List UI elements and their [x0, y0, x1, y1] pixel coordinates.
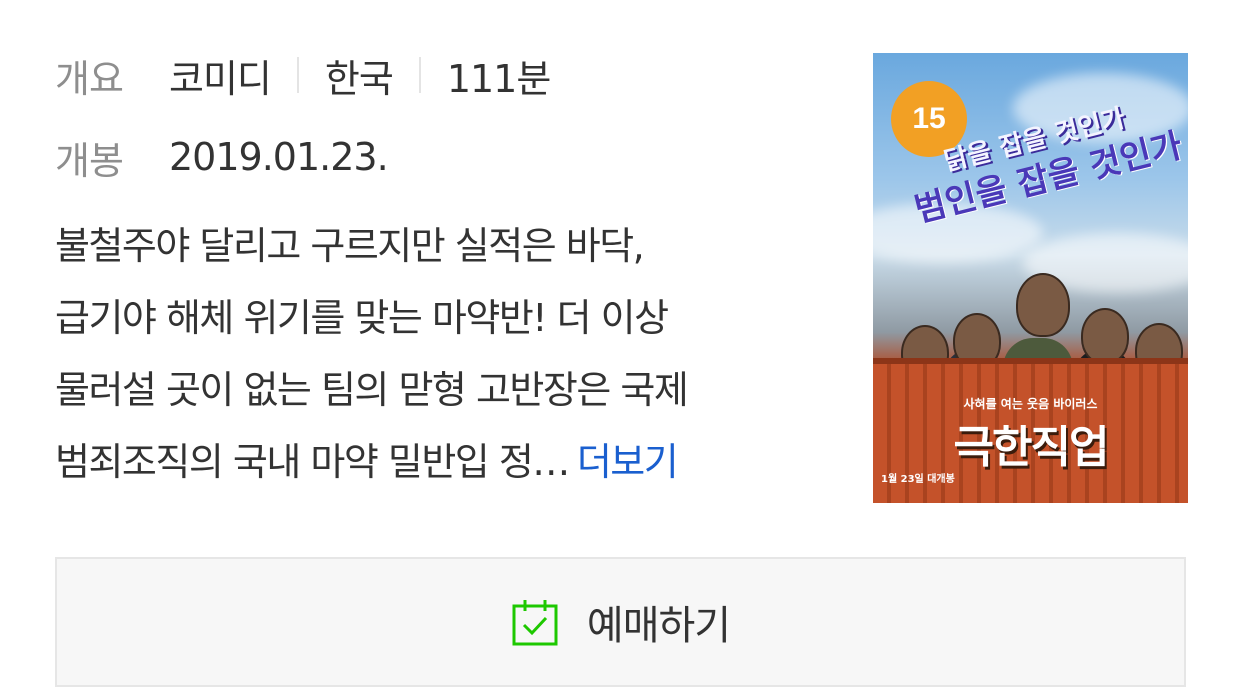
- divider: [418, 57, 421, 93]
- synopsis: 불철주야 달리고 구르지만 실적은 바닥, 급기야 해체 위기를 맞는 마약반!…: [55, 210, 835, 498]
- reserve-label: 예매하기: [586, 603, 731, 649]
- cast-figure: [1016, 273, 1070, 337]
- calendar-check-icon: [512, 600, 558, 646]
- divider: [296, 57, 299, 93]
- cast-figure: [1081, 308, 1129, 364]
- poster-subtitle: 사혀를 여는 웃음 바이러스: [963, 397, 1098, 411]
- overview-row: 개요 코미디 한국 111분: [55, 48, 551, 102]
- release-row: 개봉 2019.01.23.: [55, 130, 389, 184]
- synopsis-line: 급기야 해체 위기를 맞는 마약반! 더 이상: [55, 296, 669, 340]
- more-link[interactable]: 더보기: [577, 440, 679, 484]
- country-value: 한국: [324, 56, 394, 101]
- synopsis-line: 불철주야 달리고 구르지만 실적은 바닥,: [55, 224, 645, 268]
- overview-label: 개요: [55, 56, 124, 101]
- release-label: 개봉: [55, 138, 124, 183]
- reserve-button[interactable]: 예매하기: [55, 557, 1186, 687]
- movie-poster[interactable]: 15 닭을 잡을 것인가 범인을 잡을 것인가 사혀를 여는 웃음 바이러스 극…: [873, 53, 1188, 503]
- poster-title: 극한직업: [953, 422, 1110, 473]
- synopsis-line: 범죄조직의 국내 마약 밀반입 정…: [55, 440, 570, 484]
- genre-value: 코미디: [169, 56, 272, 101]
- synopsis-line: 물러설 곳이 없는 팀의 맏형 고반장은 국제: [55, 368, 689, 412]
- runtime-value: 111분: [446, 56, 551, 101]
- poster-credits: 1월 23일 대개봉: [881, 470, 1181, 485]
- release-date: 2019.01.23.: [169, 135, 389, 179]
- poster-release-note: 1월 23일 대개봉: [881, 474, 955, 485]
- synopsis-line-last: 범죄조직의 국내 마약 밀반입 정… 더보기: [55, 426, 835, 498]
